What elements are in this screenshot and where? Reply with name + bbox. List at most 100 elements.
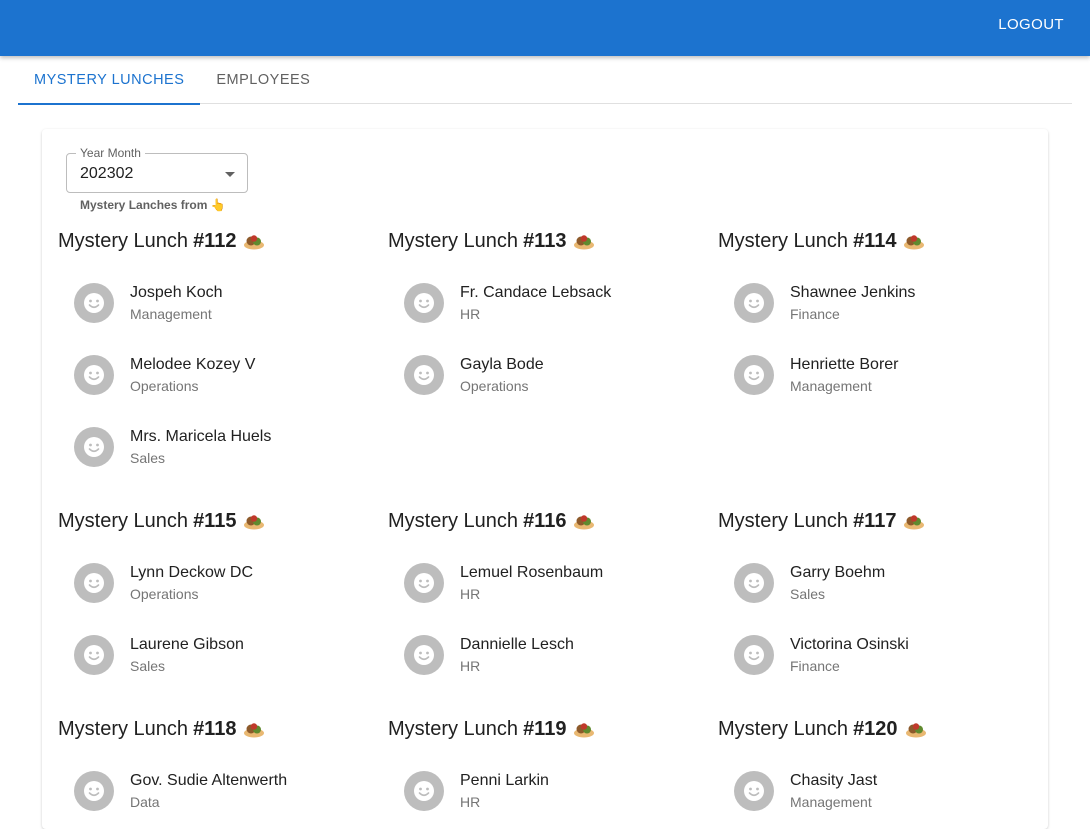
lunch-number: #120 [853, 717, 898, 740]
tab-mystery-lunches[interactable]: MYSTERY LUNCHES [18, 56, 201, 105]
list-item[interactable]: Victorina Osinski Finance [718, 619, 1048, 691]
employee-department: HR [460, 306, 481, 322]
list-item[interactable]: Dannielle Lesch HR [388, 619, 718, 691]
smiley-face-icon [742, 571, 766, 595]
lunch-title-prefix: Mystery Lunch [58, 229, 189, 252]
employee-name: Lynn Deckow DC [130, 564, 254, 581]
employee-name: Jospeh Koch [130, 284, 223, 301]
food-plate-icon [573, 232, 595, 250]
employee-department: Operations [460, 378, 529, 394]
smiley-face-icon [82, 779, 106, 803]
lunch-group-title: Mystery Lunch #120 [718, 715, 1048, 743]
lunch-group: Mystery Lunch #117 Garry Boehm Sales Victori… [718, 507, 1048, 691]
employee-department: Sales [790, 586, 826, 602]
employee-name: Gov. Sudie Altenwerth [130, 772, 288, 789]
avatar [734, 635, 774, 675]
avatar [74, 563, 114, 603]
employee-name: Gayla Bode [460, 356, 544, 373]
employee-name: Melodee Kozey V [130, 356, 256, 373]
lunch-group-title: Mystery Lunch #112 [58, 227, 388, 255]
list-item[interactable]: Garry Boehm Sales [718, 547, 1048, 619]
employee-department: Management [790, 378, 872, 394]
employee-name: Shawnee Jenkins [790, 284, 916, 301]
smiley-face-icon [742, 779, 766, 803]
smiley-face-icon [82, 291, 106, 315]
lunch-title-prefix: Mystery Lunch [718, 229, 849, 252]
employee-name: Fr. Candace Lebsack [460, 284, 612, 301]
app-bar: LOGOUT [0, 0, 1090, 56]
employee-name: Victorina Osinski [790, 636, 909, 653]
lunch-group: Mystery Lunch #115 Lynn Deckow DC Operation… [58, 507, 388, 691]
avatar [734, 355, 774, 395]
caret-down-icon [225, 172, 235, 177]
lunch-group-title: Mystery Lunch #119 [388, 715, 718, 743]
tab-employees[interactable]: EMPLOYEES [200, 56, 326, 104]
lunch-group: Mystery Lunch #112 Jospeh Koch Management Me… [58, 227, 388, 483]
lunch-title-prefix: Mystery Lunch [58, 509, 189, 532]
lunch-number: #115 [193, 509, 237, 532]
lunch-group: Mystery Lunch #113 Fr. Candace Lebsack HR Ga… [388, 227, 718, 411]
lunch-group: Mystery Lunch #120 Chasity Jast Management [718, 715, 1048, 827]
list-item[interactable]: Laurene Gibson Sales [58, 619, 388, 691]
lunch-group-title: Mystery Lunch #115 [58, 507, 388, 535]
lunch-group-title: Mystery Lunch #118 [58, 715, 388, 743]
lunch-number: #119 [523, 717, 567, 740]
list-item[interactable]: Chasity Jast Management [718, 755, 1048, 827]
lunch-number: #118 [193, 717, 237, 740]
employee-name: Mrs. Maricela Huels [130, 428, 272, 445]
employee-department: Operations [130, 586, 199, 602]
list-item[interactable]: Gayla Bode Operations [388, 339, 718, 411]
smiley-face-icon [412, 779, 436, 803]
employee-department: HR [460, 586, 481, 602]
list-item[interactable]: Mrs. Maricela Huels Sales [58, 411, 388, 483]
food-plate-icon [905, 720, 927, 738]
list-item[interactable]: Gov. Sudie Altenwerth Data [58, 755, 388, 827]
lunch-group-title: Mystery Lunch #113 [388, 227, 718, 255]
avatar [734, 563, 774, 603]
avatar [74, 283, 114, 323]
list-item[interactable]: Lynn Deckow DC Operations [58, 547, 388, 619]
lunch-title-prefix: Mystery Lunch [388, 717, 519, 740]
list-item[interactable]: Lemuel Rosenbaum HR [388, 547, 718, 619]
tab-bar: MYSTERY LUNCHES EMPLOYEES [18, 56, 1072, 105]
avatar [404, 283, 444, 323]
employee-name: Henriette Borer [790, 356, 899, 373]
list-item[interactable]: Penni Larkin HR [388, 755, 718, 827]
avatar [404, 563, 444, 603]
smiley-face-icon [412, 291, 436, 315]
list-item[interactable]: Shawnee Jenkins Finance [718, 267, 1048, 339]
list-item[interactable]: Fr. Candace Lebsack HR [388, 267, 718, 339]
lunch-group: Mystery Lunch #114 Shawnee Jenkins Finance H… [718, 227, 1048, 411]
year-month-select[interactable]: Year Month 202302 [66, 146, 248, 193]
employee-department: Finance [790, 306, 840, 322]
food-plate-icon [573, 512, 595, 530]
lunch-group-title: Mystery Lunch #114 [718, 227, 1048, 255]
employee-name: Penni Larkin [460, 772, 549, 789]
smiley-face-icon [412, 571, 436, 595]
food-plate-icon [903, 232, 925, 250]
avatar [734, 283, 774, 323]
smiley-face-icon [742, 363, 766, 387]
employee-department: Management [130, 306, 212, 322]
lunches-card: Year Month 202302 Mystery Lanches from 👆… [42, 129, 1048, 829]
smiley-face-icon [82, 363, 106, 387]
avatar [74, 427, 114, 467]
smiley-face-icon [742, 291, 766, 315]
lunch-number: #112 [193, 229, 237, 252]
avatar [404, 771, 444, 811]
lunch-number: #113 [523, 229, 567, 252]
list-item[interactable]: Jospeh Koch Management [58, 267, 388, 339]
lunch-title-prefix: Mystery Lunch [388, 229, 519, 252]
avatar [734, 771, 774, 811]
food-plate-icon [573, 720, 595, 738]
logout-button[interactable]: LOGOUT [998, 16, 1064, 33]
employee-name: Laurene Gibson [130, 636, 244, 653]
list-item[interactable]: Melodee Kozey V Operations [58, 339, 388, 411]
employee-department: Finance [790, 658, 840, 674]
employee-department: Operations [130, 378, 199, 394]
avatar [74, 771, 114, 811]
list-item[interactable]: Henriette Borer Management [718, 339, 1048, 411]
smiley-face-icon [412, 643, 436, 667]
avatar [74, 355, 114, 395]
employee-name: Chasity Jast [790, 772, 878, 789]
